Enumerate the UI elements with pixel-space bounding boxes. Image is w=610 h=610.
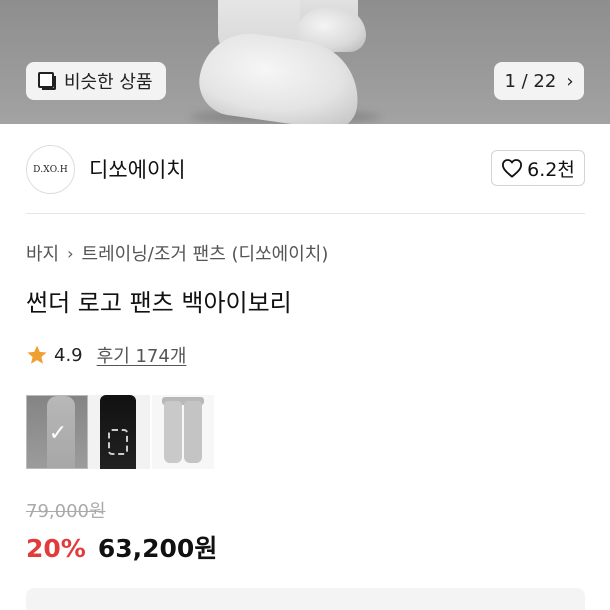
rating-score: 4.9 — [54, 344, 83, 366]
color-options: ✓ — [26, 395, 214, 469]
rating-row: 4.9 후기 174개 — [26, 342, 186, 368]
breadcrumb-category[interactable]: 바지 — [26, 240, 59, 266]
similar-products-button[interactable]: 비슷한 상품 — [26, 62, 166, 100]
product-title: 썬더 로고 팬츠 백아이보리 — [26, 289, 292, 317]
product-image[interactable]: 비슷한 상품 1 / 22 › — [0, 0, 610, 124]
original-price: 79,000원 — [26, 501, 106, 522]
divider — [26, 213, 585, 214]
info-box — [26, 588, 585, 610]
store-name[interactable]: 디쏘에이치 — [89, 154, 186, 184]
like-button[interactable]: 6.2천 — [491, 150, 585, 186]
thumbnail-print — [108, 429, 128, 455]
similar-products-label: 비슷한 상품 — [64, 72, 153, 93]
reviews-link[interactable]: 후기 174개 — [97, 342, 187, 368]
breadcrumb-subcategory[interactable]: 트레이닝/조거 팬츠 (디쏘에이치) — [82, 240, 329, 266]
store-logo[interactable]: D.XO.H — [26, 145, 75, 194]
copy-icon — [38, 72, 56, 90]
color-option-thumbnail[interactable] — [152, 395, 214, 469]
breadcrumb: 바지 › 트레이닝/조거 팬츠 (디쏘에이치) — [26, 240, 328, 266]
discount-rate: 20% — [26, 534, 86, 563]
color-option-thumbnail[interactable]: ✓ — [26, 395, 88, 469]
like-count: 6.2천 — [527, 158, 575, 181]
chevron-right-icon: › — [566, 70, 574, 92]
star-icon — [27, 345, 47, 364]
store-row: D.XO.H 디쏘에이치 6.2천 — [0, 124, 610, 214]
image-counter-button[interactable]: 1 / 22 › — [494, 62, 584, 100]
chevron-right-icon: › — [67, 243, 74, 263]
price-row: 20% 63,200원 — [26, 529, 217, 565]
image-counter-text: 1 / 22 — [504, 70, 557, 92]
sale-price: 63,200원 — [97, 534, 218, 563]
color-option-thumbnail[interactable] — [88, 395, 150, 469]
heart-icon — [502, 159, 523, 178]
thumbnail-leg — [164, 401, 182, 463]
store-logo-text: D.XO.H — [33, 164, 68, 175]
checkmark-icon: ✓ — [27, 396, 87, 468]
thumbnail-leg — [184, 401, 202, 463]
